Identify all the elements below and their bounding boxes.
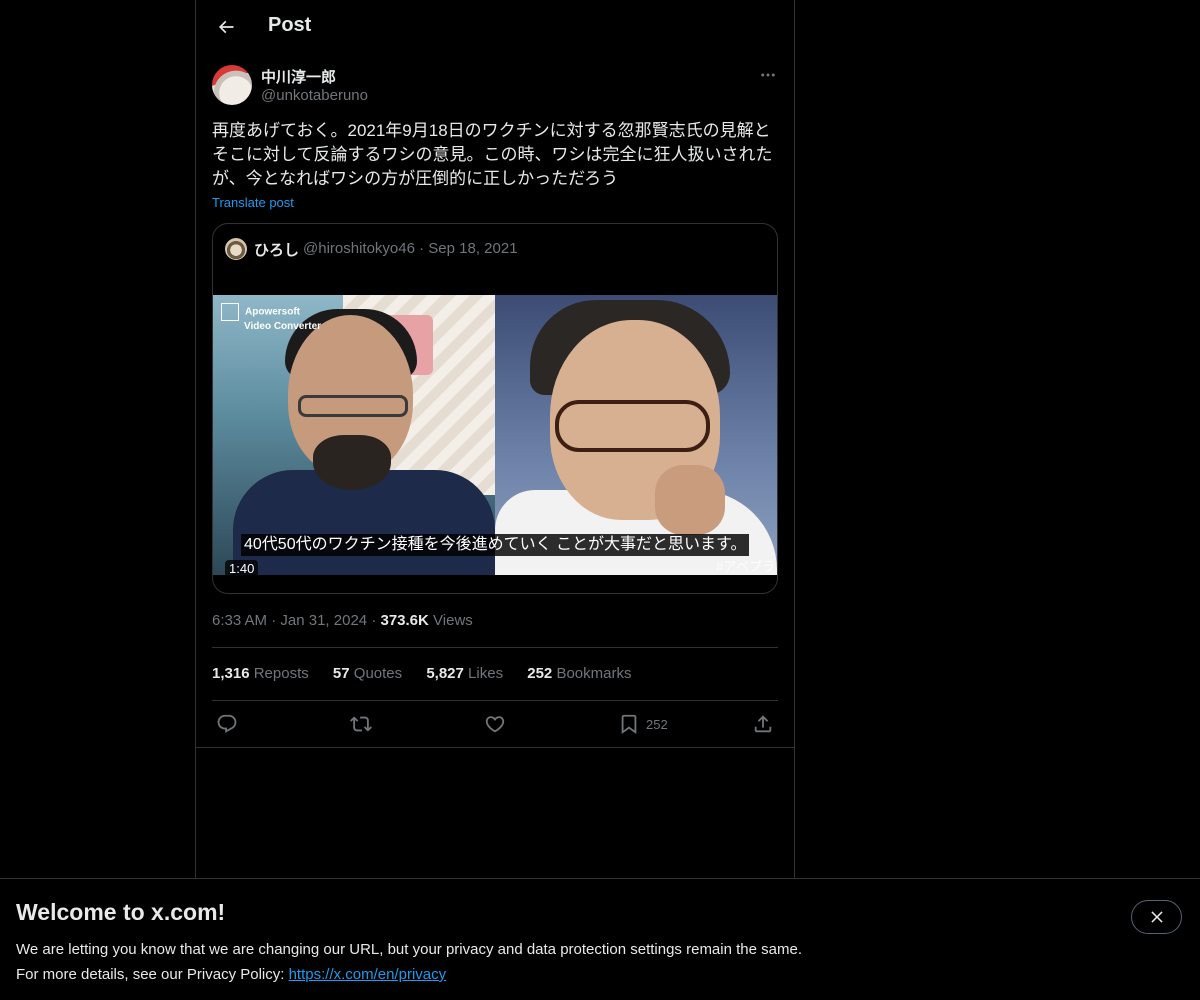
quote-author-name: ひろし	[254, 242, 300, 259]
video-frame-left	[213, 295, 495, 575]
like-button[interactable]	[484, 710, 506, 738]
reply-icon	[217, 714, 237, 733]
video-duration-badge: 1:40	[225, 560, 259, 577]
more-options-button[interactable]	[756, 65, 780, 85]
quote-author-handle: @hiroshitokyo46	[303, 240, 415, 257]
privacy-policy-link[interactable]: https://x.com/en/privacy	[289, 966, 447, 983]
author-avatar[interactable]	[212, 65, 252, 105]
welcome-banner: Welcome to x.com! We are letting you kno…	[0, 878, 1200, 1000]
engagement-stats: 1,316 Reposts 57 Quotes 5,827 Likes 252 …	[212, 665, 651, 682]
more-horizontal-icon	[761, 73, 775, 77]
video-watermark: Apowersoft Video Converter	[221, 303, 321, 332]
action-bar: 252	[196, 710, 794, 738]
post-text: 再度あげておく。2021年9月18日のワクチンに対する忽那賢志氏の見解と そこに…	[212, 119, 778, 191]
share-icon	[754, 715, 772, 733]
watermark-product: Video Converter	[244, 321, 322, 332]
quotes-stat[interactable]: 57 Quotes	[333, 665, 402, 682]
close-icon	[1150, 911, 1163, 923]
close-banner-button[interactable]	[1131, 900, 1182, 934]
likes-stat[interactable]: 5,827 Likes	[426, 665, 503, 682]
reposts-stat[interactable]: 1,316 Reposts	[212, 665, 309, 682]
page-title: Post	[268, 14, 312, 36]
quoted-post[interactable]: ひろし @hiroshitokyo46 · Sep 18, 2021 Apowe…	[212, 223, 778, 594]
quote-date: Sep 18, 2021	[428, 240, 518, 257]
translate-post-link[interactable]: Translate post	[212, 195, 294, 210]
quote-author-avatar	[225, 238, 247, 260]
bookmark-icon	[621, 714, 637, 735]
bookmark-button[interactable]: 252	[618, 710, 668, 738]
heart-icon	[485, 716, 505, 733]
arrow-left-icon	[218, 20, 234, 34]
banner-line: We are letting you know that we are chan…	[16, 941, 802, 958]
post-date[interactable]: Jan 31, 2024	[280, 612, 367, 629]
quote-meta: @hiroshitokyo46 · Sep 18, 2021	[303, 240, 518, 257]
post-text-line: が、今となればワシの方が圧倒的に正しかっただろう	[212, 169, 619, 188]
watermark-logo-icon	[221, 303, 239, 321]
separator-dot: ·	[419, 240, 429, 257]
repost-icon	[350, 716, 372, 732]
post-text-line: 再度あげておく。2021年9月18日のワクチンに対する忽那賢志氏の見解と	[212, 121, 771, 140]
share-button[interactable]	[752, 710, 774, 738]
video-frame-right	[495, 295, 777, 575]
video-subtitle: 40代50代のワクチン接種を今後進めていく ことが大事だと思います。	[241, 534, 750, 556]
post-time[interactable]: 6:33 AM	[212, 612, 267, 629]
divider	[212, 700, 778, 701]
post-text-line: そこに対して反論するワシの意見。この時、ワシは完全に狂人扱いされた	[212, 145, 773, 164]
banner-title: Welcome to x.com!	[16, 899, 226, 925]
views-label: Views	[433, 612, 473, 629]
post-header: Post	[196, 0, 794, 54]
main-column: Post 中川淳一郎 @unkotaberuno 再度あげておく。2021年9月…	[195, 0, 795, 878]
video-hashtag: #アベプラ	[716, 559, 775, 574]
divider	[212, 647, 778, 648]
banner-line: For more details, see our Privacy Policy…	[16, 966, 447, 983]
watermark-brand: Apowersoft	[245, 306, 300, 318]
post-timestamp: 6:33 AM · Jan 31, 2024 · 373.6K Views	[212, 612, 473, 629]
views-count: 373.6K	[380, 612, 429, 629]
video-player[interactable]: Apowersoft Video Converter 40代50代のワクチン接種…	[213, 295, 777, 575]
author-handle[interactable]: @unkotaberuno	[261, 87, 368, 104]
author-name[interactable]: 中川淳一郎	[261, 66, 336, 87]
divider	[196, 747, 794, 748]
reply-button[interactable]	[216, 710, 238, 738]
repost-button[interactable]	[350, 710, 372, 738]
bookmarks-stat[interactable]: 252 Bookmarks	[527, 665, 631, 682]
banner-text: We are letting you know that we are chan…	[16, 937, 802, 987]
bookmark-count: 252	[646, 716, 668, 732]
back-button[interactable]	[208, 9, 244, 45]
